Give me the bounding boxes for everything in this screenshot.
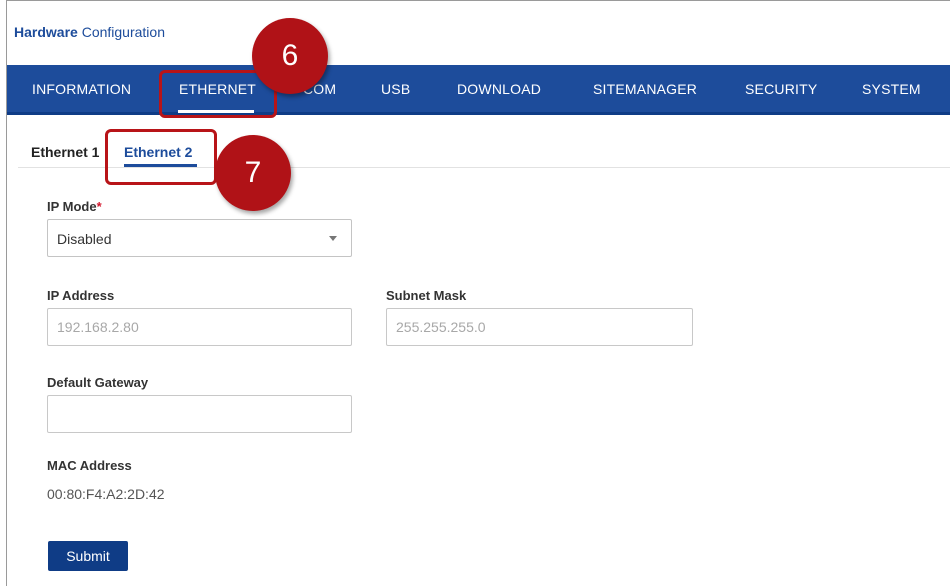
ip-mode-label-text: IP Mode bbox=[47, 199, 97, 214]
submit-button[interactable]: Submit bbox=[48, 541, 128, 571]
main-nav: INFORMATION ETHERNET COM USB DOWNLOAD SI… bbox=[7, 65, 950, 115]
subtab-ethernet-1[interactable]: Ethernet 1 bbox=[31, 144, 99, 160]
subnet-mask-input[interactable] bbox=[386, 308, 693, 346]
step-7-badge: 7 bbox=[215, 135, 291, 211]
tab-sitemanager[interactable]: SITEMANAGER bbox=[593, 81, 697, 97]
tab-download[interactable]: DOWNLOAD bbox=[457, 81, 541, 97]
ip-mode-label: IP Mode* bbox=[47, 199, 102, 214]
required-asterisk: * bbox=[96, 199, 102, 214]
mac-address-value: 00:80:F4:A2:2D:42 bbox=[47, 486, 165, 502]
page-title-rest: Configuration bbox=[77, 24, 165, 40]
page-title-bold: Hardware bbox=[14, 24, 78, 40]
ip-address-label: IP Address bbox=[47, 288, 115, 303]
tab-information[interactable]: INFORMATION bbox=[32, 81, 131, 97]
ip-mode-selected-value: Disabled bbox=[57, 231, 112, 247]
tab-system[interactable]: SYSTEM bbox=[862, 81, 921, 97]
tab-usb[interactable]: USB bbox=[381, 81, 410, 97]
caret-down-icon bbox=[329, 236, 337, 241]
ip-mode-select[interactable]: Disabled bbox=[47, 219, 352, 257]
mac-address-label: MAC Address bbox=[47, 458, 132, 473]
callout-highlight-ethernet-2-subtab bbox=[105, 129, 217, 185]
tab-security[interactable]: SECURITY bbox=[745, 81, 817, 97]
step-6-badge: 6 bbox=[252, 18, 328, 94]
default-gateway-label: Default Gateway bbox=[47, 375, 149, 390]
default-gateway-input[interactable] bbox=[47, 395, 352, 433]
subnet-mask-label: Subnet Mask bbox=[386, 288, 467, 303]
ip-address-input[interactable] bbox=[47, 308, 352, 346]
page-title: Hardware Configuration bbox=[14, 24, 165, 40]
